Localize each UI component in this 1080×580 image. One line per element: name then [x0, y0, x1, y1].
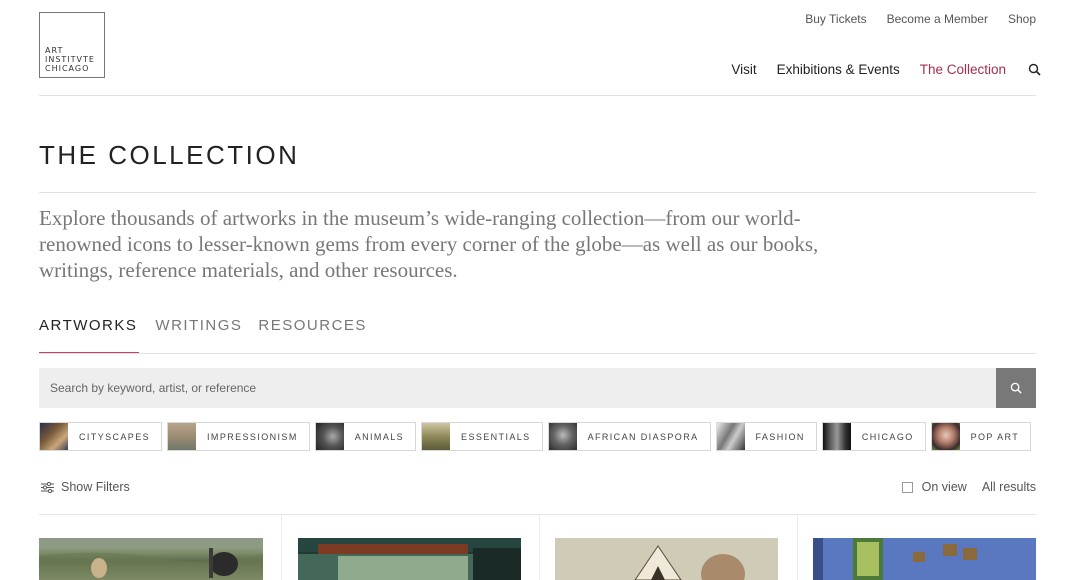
all-results-link[interactable]: All results: [982, 480, 1036, 494]
chip-cityscapes[interactable]: CITYSCAPES: [39, 422, 163, 451]
search-icon[interactable]: [1028, 63, 1042, 77]
title-divider: [39, 192, 1036, 193]
chip-label: CHICAGO: [861, 431, 914, 442]
logo-text: ART INSTITVTE CHICAGO: [45, 46, 95, 73]
on-view-checkbox[interactable]: [901, 481, 913, 493]
intro-text: Explore thousands of artworks in the mus…: [39, 206, 819, 282]
search-button[interactable]: [996, 368, 1036, 408]
tabs-divider: [39, 353, 1036, 354]
nav-the-collection[interactable]: The Collection: [920, 62, 1006, 77]
search-icon: [1010, 382, 1022, 394]
chip-label: POP ART: [970, 431, 1020, 442]
column-divider: [281, 515, 282, 580]
artwork-thumbnail[interactable]: [813, 538, 1036, 580]
artwork-image: [555, 538, 778, 580]
on-view-label: On view: [921, 480, 967, 494]
chip-thumbnail: [168, 423, 197, 450]
chip-label: IMPRESSIONISM: [207, 431, 298, 442]
result-filters: On view All results: [901, 480, 1036, 494]
shop-link[interactable]: Shop: [1008, 12, 1036, 26]
show-filters-button[interactable]: Show Filters: [41, 480, 130, 494]
search-input[interactable]: [39, 368, 996, 408]
tab-resources[interactable]: RESOURCES: [258, 317, 367, 354]
nav-visit[interactable]: Visit: [731, 62, 756, 77]
column-divider: [797, 515, 798, 580]
artwork-image: [39, 538, 263, 580]
museum-logo[interactable]: ART INSTITVTE CHICAGO: [39, 12, 105, 78]
chip-thumbnail: [315, 423, 344, 450]
become-member-link[interactable]: Become a Member: [887, 12, 988, 26]
chip-thumbnail: [548, 423, 577, 450]
chip-thumbnail: [716, 423, 745, 450]
column-divider: [539, 515, 540, 580]
chip-chicago[interactable]: CHICAGO: [821, 422, 926, 451]
main-nav: Visit Exhibitions & Events The Collectio…: [711, 62, 1042, 77]
chip-label: ESSENTIALS: [461, 431, 531, 442]
chip-impressionism[interactable]: IMPRESSIONISM: [167, 422, 310, 451]
page-title: THE COLLECTION: [39, 140, 300, 170]
tab-artworks[interactable]: ARTWORKS: [39, 317, 140, 354]
chip-thumbnail: [40, 423, 68, 450]
chip-thumbnail: [931, 423, 960, 450]
tab-writings[interactable]: WRITINGS: [155, 317, 242, 354]
artwork-image: [813, 538, 1036, 580]
chip-animals[interactable]: ANIMALS: [314, 422, 417, 451]
artwork-image: [298, 538, 521, 580]
chip-pop-art[interactable]: POP ART: [930, 422, 1032, 451]
chip-label: AFRICAN DIASPORA: [587, 431, 699, 442]
header-divider: [39, 95, 1036, 96]
collection-tabs: ARTWORKS WRITINGS RESOURCES: [39, 317, 367, 354]
artwork-thumbnail[interactable]: [555, 538, 778, 580]
chip-essentials[interactable]: ESSENTIALS: [421, 422, 543, 451]
utility-nav: Buy Tickets Become a Member Shop: [805, 12, 1036, 26]
chip-thumbnail: [822, 423, 851, 450]
chip-thumbnail: [422, 423, 451, 450]
results-divider: [39, 514, 1036, 515]
artwork-thumbnail[interactable]: [39, 538, 263, 580]
chip-african-diaspora[interactable]: AFRICAN DIASPORA: [547, 422, 711, 451]
show-filters-label: Show Filters: [61, 480, 130, 494]
search-bar: [39, 368, 1036, 408]
sliders-icon: [41, 481, 54, 493]
chip-label: ANIMALS: [354, 431, 405, 442]
buy-tickets-link[interactable]: Buy Tickets: [805, 12, 866, 26]
category-chips: CITYSCAPES IMPRESSIONISM ANIMALS ESSENTI…: [39, 422, 1036, 452]
nav-exhibitions-events[interactable]: Exhibitions & Events: [777, 62, 900, 77]
artwork-thumbnail[interactable]: [298, 538, 521, 580]
chip-label: CITYSCAPES: [79, 431, 151, 442]
chip-fashion[interactable]: FASHION: [715, 422, 817, 451]
chip-label: FASHION: [755, 431, 805, 442]
